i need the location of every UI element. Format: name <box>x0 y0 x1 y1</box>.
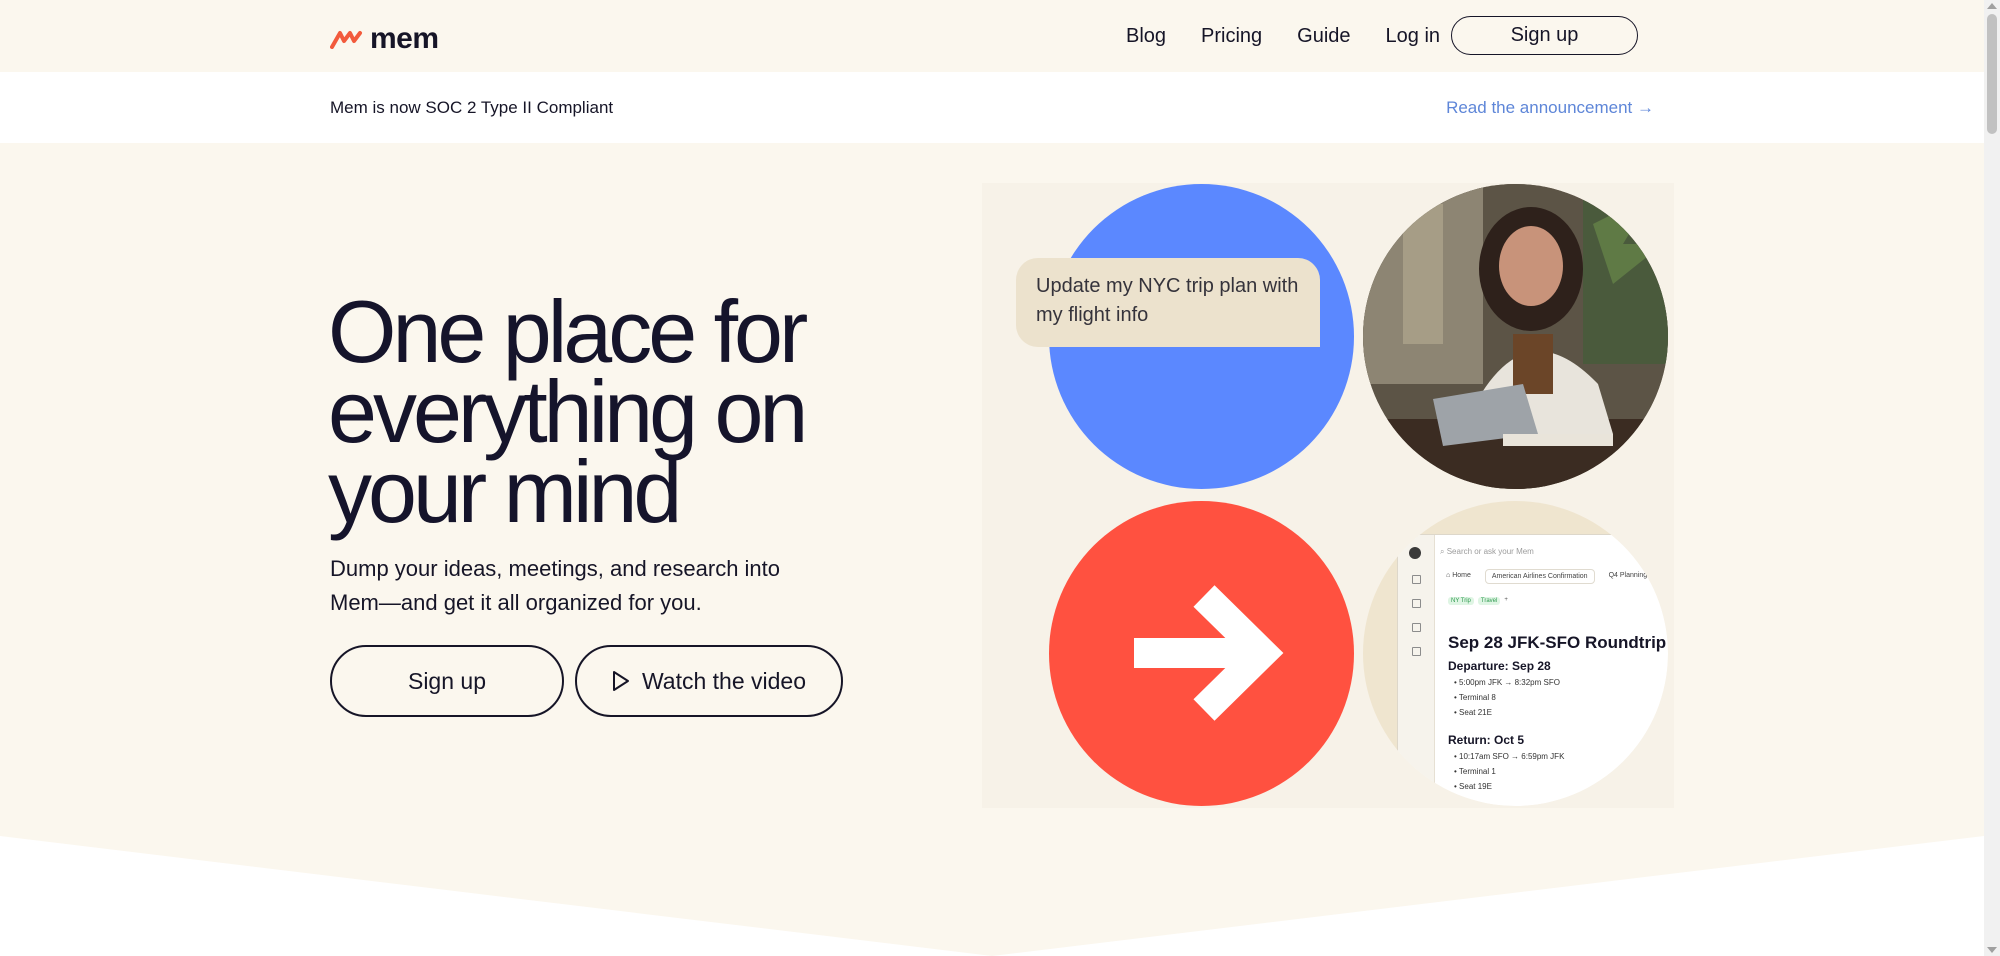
app-search-placeholder: Search or ask your Mem <box>1446 547 1534 556</box>
photo-illustration <box>1363 184 1668 489</box>
list-item-text: Seat 21E <box>1459 708 1492 717</box>
top-navbar: mem Blog Pricing Guide Log in Sign up <box>0 0 1984 72</box>
edit-icon <box>1412 575 1421 584</box>
announcement-text: Mem is now SOC 2 Type II Compliant <box>330 98 614 117</box>
watch-video-label: Watch the video <box>641 667 807 694</box>
app-search-input[interactable]: ⌕ Search or ask your Mem <box>1440 543 1668 560</box>
announcement-bar: Mem is now SOC 2 Type II Compliant Read … <box>0 72 1984 143</box>
app-tab-confirmation[interactable]: American Airlines Confirmation <box>1484 569 1595 584</box>
list-item: • Terminal 1 <box>1454 767 1496 776</box>
app-preview-circle: ⌕ Search or ask your Mem ⌂ Home American… <box>1363 501 1668 806</box>
mem-logo[interactable]: mem <box>330 22 439 56</box>
app-window: ⌕ Search or ask your Mem ⌂ Home American… <box>1397 534 1668 806</box>
chat-bubble: Update my NYC trip plan with my flight i… <box>1016 258 1320 347</box>
list-item: • 5:00pm JFK → 8:32pm SFO <box>1454 678 1560 687</box>
scroll-down-icon[interactable] <box>1987 947 1997 953</box>
return-heading: Return: Oct 5 <box>1448 733 1525 747</box>
app-tabs: ⌂ Home American Airlines Confirmation Q4… <box>1440 569 1653 584</box>
hash-icon <box>1412 599 1421 608</box>
note-heading: Sep 28 JFK-SFO Roundtrip Fli <box>1448 633 1668 652</box>
app-tab-home[interactable]: ⌂ Home <box>1440 569 1477 584</box>
search-icon: ⌕ <box>1440 547 1447 556</box>
hero-title: One place for everything on your mind <box>328 282 808 541</box>
list-item-text: 5:00pm JFK → 8:32pm SFO <box>1459 678 1560 687</box>
list-item-text: 10:17am SFO → 6:59pm JFK <box>1459 752 1565 761</box>
list-item-text: Terminal 1 <box>1458 767 1496 776</box>
scroll-thumb[interactable] <box>1987 14 1997 134</box>
section-divider <box>0 836 1984 956</box>
red-arrow-circle[interactable] <box>1049 501 1354 806</box>
nav-signup-button[interactable]: Sign up <box>1451 16 1638 55</box>
hero-subtitle: Dump your ideas, meetings, and research … <box>330 556 781 615</box>
list-item: • Seat 21E <box>1454 708 1492 717</box>
nav-link-login[interactable]: Log in <box>1386 22 1441 50</box>
vertical-scrollbar[interactable] <box>1984 0 2000 956</box>
app-tab-home-label: Home <box>1452 572 1471 579</box>
app-tags: NY Trip Travel + <box>1448 597 1508 605</box>
logo-text: mem <box>370 22 439 55</box>
app-tab-q4[interactable]: Q4 Planning <box>1603 569 1654 584</box>
hash-icon <box>1412 647 1421 656</box>
list-item: • 10:17am SFO → 6:59pm JFK <box>1454 752 1565 761</box>
departure-heading: Departure: Sep 28 <box>1448 659 1551 673</box>
add-tag-icon[interactable]: + <box>1504 597 1508 605</box>
nav-link-guide[interactable]: Guide <box>1297 22 1350 50</box>
tag-ny-trip[interactable]: NY Trip <box>1448 597 1474 605</box>
announcement-link[interactable]: Read the announcement → <box>1446 98 1654 118</box>
list-item-text: Seat 19E <box>1459 782 1492 791</box>
document-icon <box>1412 623 1421 632</box>
hero-signup-button[interactable]: Sign up <box>330 645 564 717</box>
scroll-up-icon[interactable] <box>1987 3 1997 9</box>
hero-signup-label: Sign up <box>407 667 486 694</box>
arrow-right-icon <box>1134 585 1284 721</box>
watch-video-button[interactable]: Watch the video <box>575 645 843 717</box>
nav-link-blog[interactable]: Blog <box>1126 22 1166 50</box>
app-sidebar <box>1398 535 1435 806</box>
list-item: • Seat 19E <box>1454 782 1492 791</box>
tag-travel[interactable]: Travel <box>1477 597 1501 605</box>
nav-links: Blog Pricing Guide Log in <box>1126 22 1475 50</box>
page: A mem Blog Pricing Guide Log in Sign up … <box>0 0 1984 956</box>
nav-link-pricing[interactable]: Pricing <box>1201 22 1262 50</box>
play-icon <box>612 671 629 691</box>
woman-laptop-photo <box>1363 184 1668 489</box>
mem-logo-icon <box>330 31 362 49</box>
list-item: • Terminal 8 <box>1454 693 1496 702</box>
avatar <box>1409 547 1421 559</box>
list-item-text: Terminal 8 <box>1458 693 1496 702</box>
